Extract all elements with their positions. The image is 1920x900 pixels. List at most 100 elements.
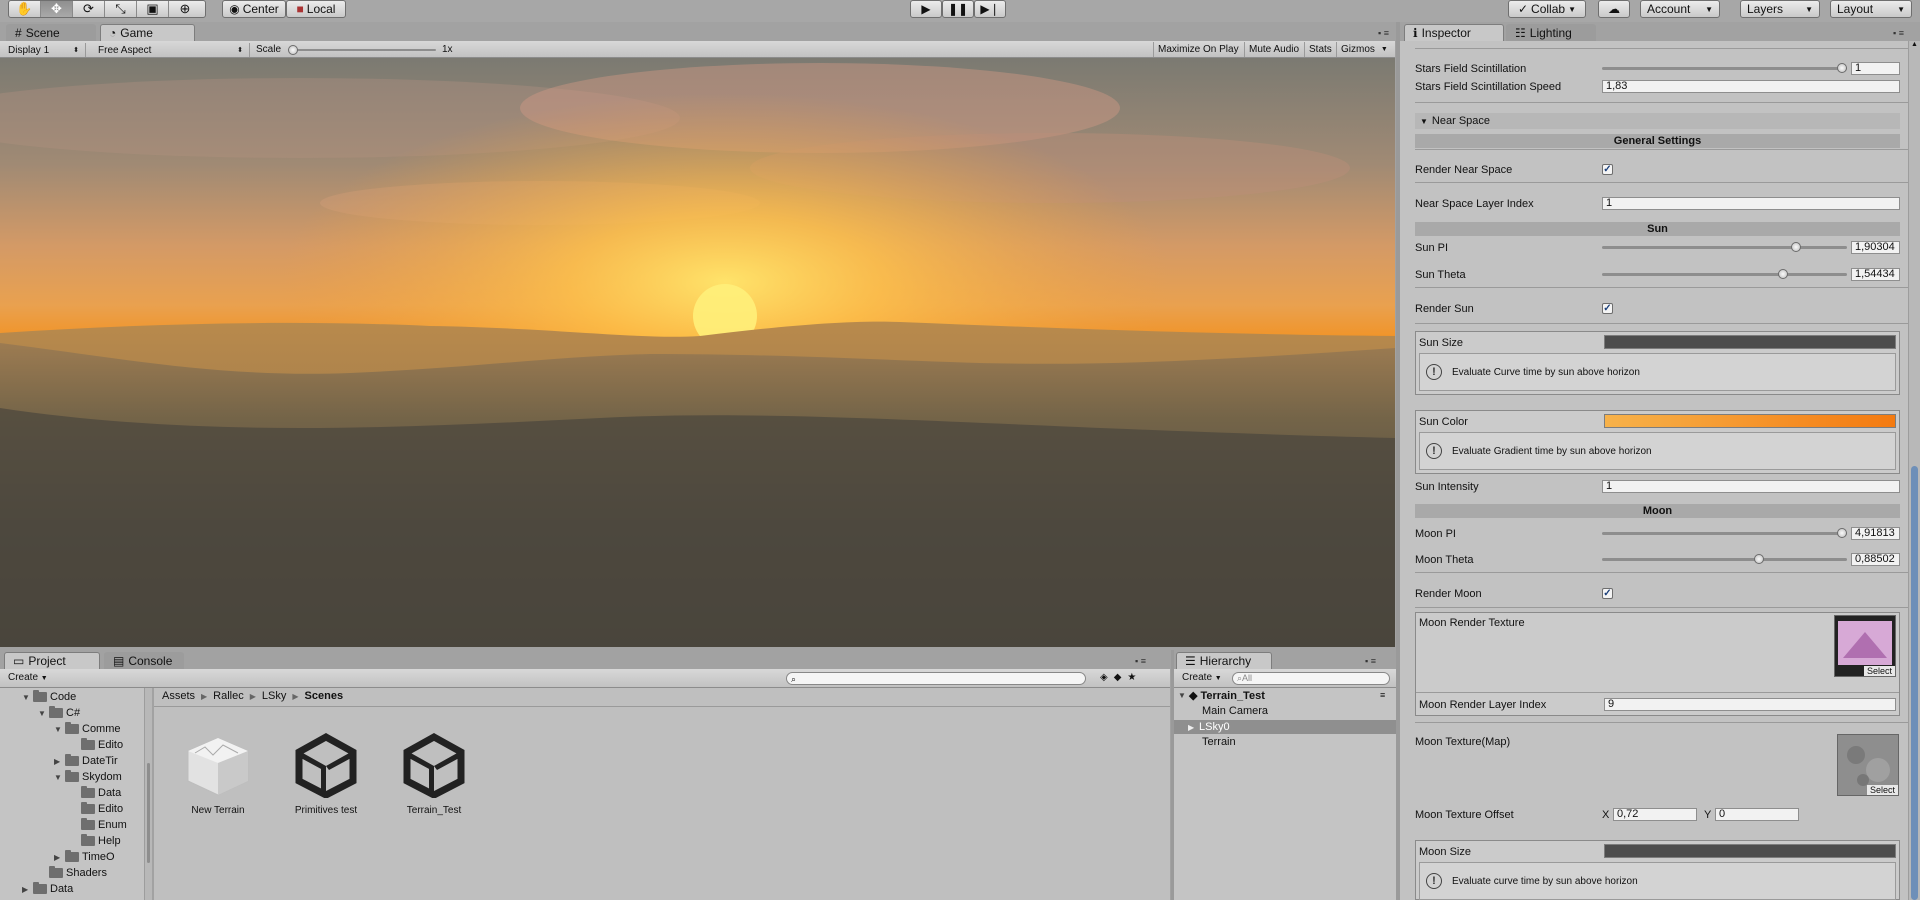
- near-space-foldout[interactable]: ▼ Near Space: [1415, 113, 1900, 129]
- panel-menu-icon[interactable]: ▪ ≡: [1378, 28, 1389, 38]
- near-space-layer-field[interactable]: 1: [1602, 197, 1900, 210]
- scale-slider-thumb[interactable]: [288, 45, 298, 55]
- rect-icon[interactable]: ▣: [137, 1, 169, 17]
- hierarchy-create-button[interactable]: Create ▼: [1182, 672, 1222, 683]
- scene-menu-icon[interactable]: ≡: [1380, 690, 1385, 700]
- tab-lighting[interactable]: ☷ Lighting: [1506, 24, 1596, 41]
- filter-label-icon[interactable]: ◆: [1114, 672, 1128, 683]
- rotate-icon[interactable]: ⟳: [73, 1, 105, 17]
- foldout-open-icon[interactable]: ▼: [54, 725, 62, 734]
- tab-hierarchy[interactable]: ☰ Hierarchy: [1176, 652, 1272, 669]
- foldout-closed-icon[interactable]: ▶: [54, 757, 62, 766]
- render-moon-checkbox[interactable]: ✓: [1602, 588, 1613, 599]
- hierarchy-item-main-camera[interactable]: Main Camera: [1202, 705, 1268, 717]
- folder-tree-item[interactable]: Enum: [70, 818, 127, 831]
- maximize-on-play-toggle[interactable]: Maximize On Play: [1153, 42, 1243, 57]
- folder-tree-item[interactable]: ▼ C#: [38, 706, 80, 719]
- moon-pi-field[interactable]: 4,91813: [1851, 527, 1900, 540]
- folder-tree-item[interactable]: ▼ Comme: [54, 722, 121, 735]
- moon-texture-thumbnail[interactable]: Select: [1837, 734, 1899, 796]
- slider-thumb[interactable]: [1837, 528, 1847, 538]
- render-near-space-checkbox[interactable]: ✓: [1602, 164, 1613, 175]
- tab-console[interactable]: ▤ Console: [104, 652, 184, 669]
- step-button[interactable]: ▶❘: [974, 0, 1006, 18]
- tab-project[interactable]: ▭ Project: [4, 652, 100, 669]
- tree-scrollbar-thumb[interactable]: [147, 763, 150, 863]
- stars-scintillation-slider[interactable]: [1602, 63, 1847, 73]
- hierarchy-item-terrain[interactable]: Terrain: [1202, 736, 1236, 748]
- moon-pi-slider[interactable]: [1602, 528, 1847, 538]
- project-search-input[interactable]: ⌕: [786, 672, 1086, 685]
- sun-pi-slider[interactable]: [1602, 242, 1847, 252]
- moon-render-layer-field[interactable]: 9: [1604, 698, 1896, 711]
- transform-icon[interactable]: ⊕: [169, 1, 201, 17]
- offset-x-field[interactable]: 0,72: [1613, 808, 1697, 821]
- folder-tree-item[interactable]: Data: [70, 786, 121, 799]
- tab-game[interactable]: ◔ Game: [100, 24, 195, 41]
- project-create-button[interactable]: Create ▼: [8, 672, 48, 683]
- sun-intensity-field[interactable]: 1: [1602, 480, 1900, 493]
- folder-tree-item[interactable]: Edito: [70, 802, 123, 815]
- pause-button[interactable]: ❚❚: [942, 0, 974, 18]
- space-button[interactable]: ■ Local: [286, 0, 346, 18]
- collab-dropdown[interactable]: ✓ Collab ▼: [1508, 0, 1586, 18]
- slider-thumb[interactable]: [1790, 242, 1801, 252]
- inspector-scrollbar[interactable]: ▲: [1908, 41, 1920, 900]
- sun-size-curve-field[interactable]: [1604, 335, 1896, 349]
- stars-scintillation-field[interactable]: 1: [1851, 62, 1900, 75]
- mute-audio-toggle[interactable]: Mute Audio: [1244, 42, 1303, 57]
- filter-type-icon[interactable]: ◈: [1100, 672, 1114, 683]
- tree-scrollbar[interactable]: [144, 688, 152, 900]
- scale-slider[interactable]: [288, 45, 436, 55]
- breadcrumb-item[interactable]: Assets: [162, 690, 195, 704]
- breadcrumb-item[interactable]: Rallec: [213, 690, 244, 704]
- panel-lock-icon[interactable]: ▪ ≡: [1365, 656, 1376, 666]
- slider-thumb[interactable]: [1837, 63, 1847, 73]
- folder-tree-item[interactable]: ▼ Skydom: [54, 770, 122, 783]
- move-icon[interactable]: ✥: [41, 1, 73, 17]
- game-view[interactable]: [0, 58, 1395, 647]
- sun-theta-field[interactable]: 1,54434: [1851, 268, 1900, 281]
- layers-dropdown[interactable]: Layers ▼: [1740, 0, 1820, 18]
- foldout-closed-icon[interactable]: ▶: [22, 885, 30, 894]
- moon-theta-slider[interactable]: [1602, 554, 1847, 564]
- sun-theta-slider[interactable]: [1602, 269, 1847, 279]
- aspect-dropdown[interactable]: Free Aspect ⬍: [92, 43, 250, 57]
- breadcrumb-item[interactable]: Scenes: [305, 690, 344, 704]
- hierarchy-item-lsky0[interactable]: ▶ LSky0: [1174, 720, 1396, 734]
- moon-theta-field[interactable]: 0,88502: [1851, 553, 1900, 566]
- hand-icon[interactable]: ✋: [9, 1, 41, 17]
- scene-root[interactable]: ▼ ◆ Terrain_Test: [1178, 689, 1265, 703]
- select-texture-button[interactable]: Select: [1863, 666, 1895, 676]
- folder-tree-item[interactable]: Help: [70, 834, 121, 847]
- inspector-scrollbar-thumb[interactable]: [1911, 466, 1918, 900]
- render-sun-checkbox[interactable]: ✓: [1602, 303, 1613, 314]
- foldout-open-icon[interactable]: ▼: [54, 773, 62, 782]
- filter-icons[interactable]: ◈◆★: [1100, 672, 1142, 683]
- account-dropdown[interactable]: Account ▼: [1640, 0, 1720, 18]
- scroll-up-icon[interactable]: ▲: [1911, 41, 1918, 48]
- breadcrumb-item[interactable]: LSky: [262, 690, 286, 704]
- layout-dropdown[interactable]: Layout ▼: [1830, 0, 1912, 18]
- slider-thumb[interactable]: [1753, 554, 1764, 564]
- asset-primitives-test[interactable]: Primitives test: [276, 732, 376, 816]
- foldout-open-icon[interactable]: ▼: [38, 709, 46, 718]
- cloud-button[interactable]: ☁: [1598, 0, 1630, 18]
- folder-tree-item[interactable]: ▶ DateTir: [54, 754, 118, 767]
- play-button[interactable]: ▶: [910, 0, 942, 18]
- asset-terrain-test[interactable]: Terrain_Test: [384, 732, 484, 816]
- stars-scintillation-speed-field[interactable]: 1,83: [1602, 80, 1900, 93]
- moon-render-texture-thumbnail[interactable]: Select: [1834, 615, 1896, 677]
- pivot-button[interactable]: ◉ Center: [222, 0, 286, 18]
- favorite-star-icon[interactable]: ★: [1127, 672, 1142, 683]
- sun-color-gradient-field[interactable]: [1604, 414, 1896, 428]
- stats-toggle[interactable]: Stats: [1304, 42, 1336, 57]
- folder-tree-item[interactable]: ▶ Data: [22, 882, 73, 895]
- moon-size-curve-field[interactable]: [1604, 844, 1896, 858]
- gizmos-toggle[interactable]: Gizmos ▼: [1336, 42, 1392, 57]
- display-dropdown[interactable]: Display 1 ⬍: [2, 43, 86, 57]
- folder-tree-item[interactable]: ▼ Code: [22, 690, 76, 703]
- scale-icon[interactable]: ⤡: [105, 1, 137, 17]
- panel-lock-icon[interactable]: ▪ ≡: [1135, 656, 1146, 666]
- offset-y-field[interactable]: 0: [1715, 808, 1799, 821]
